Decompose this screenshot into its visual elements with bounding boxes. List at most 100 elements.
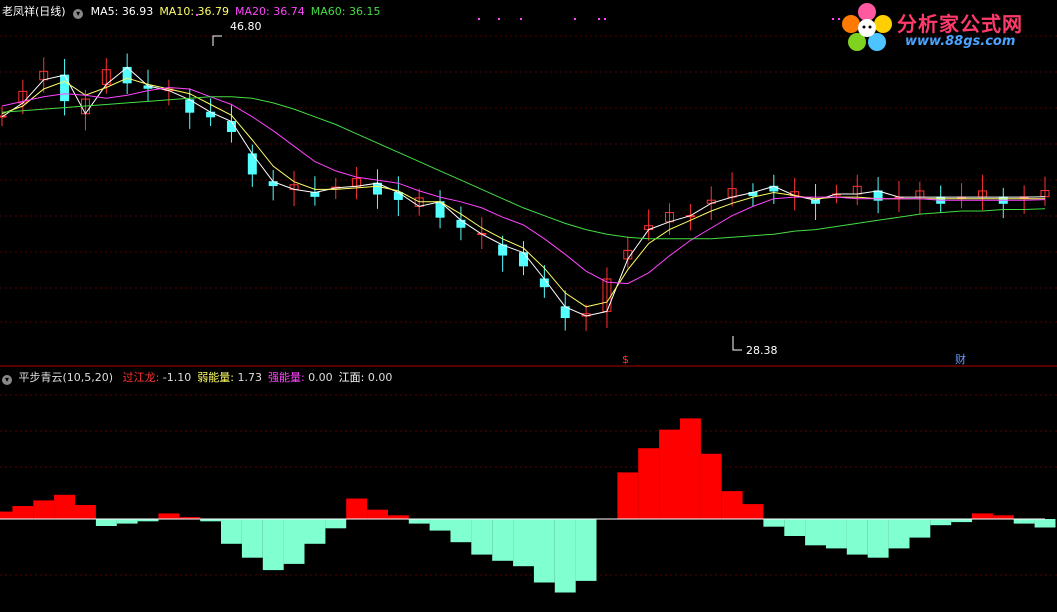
sub-bar — [1013, 519, 1035, 524]
sub-bar — [513, 519, 534, 567]
sub-bar — [158, 513, 180, 519]
sub-label: 江面: — [338, 371, 368, 384]
sub-bar — [763, 519, 785, 527]
ma-legend: MA5: 36.93 MA10: 36.79 MA20: 36.74 MA60: 36… — [91, 5, 387, 18]
sub-label: 弱能量: — [197, 371, 238, 384]
ma-label: MA5: — [90, 5, 122, 18]
candle-body — [60, 74, 70, 102]
ma-legend-item: MA60: 36.15 — [311, 5, 381, 18]
ma-line-ma5 — [1, 66, 1046, 317]
sub-value: -1.10 — [162, 371, 192, 384]
ma-value: 36.93 — [121, 5, 154, 18]
sub-legend-item: 强能量: 0.00 — [268, 371, 333, 384]
settings-icon[interactable]: ▾ — [73, 9, 84, 19]
sub-bar — [930, 519, 952, 526]
high-annotation: 46.80 — [212, 20, 262, 46]
sub-bar — [0, 511, 13, 519]
sub-value: 0.00 — [308, 371, 333, 384]
sub-bar — [75, 505, 96, 519]
logo-text: 分析家公式网 — [897, 12, 1023, 36]
sub-bar — [492, 519, 514, 561]
candle-body — [519, 252, 528, 267]
low-label: 28.38 — [746, 344, 778, 357]
site-logo: 分析家公式网 www.88gs.com — [839, 2, 1049, 54]
sub-value: 0.00 — [367, 371, 393, 384]
sub-legend-item: 弱能量: 1.73 — [197, 371, 262, 384]
signal-dot — [832, 18, 834, 20]
main-header: 老凤祥(日线) ▾ MA5: 36.93 MA10: 36.79 MA20: 36.… — [2, 3, 386, 19]
ma-value: 36.79 — [197, 5, 230, 18]
ma-label: MA10: — [159, 5, 198, 18]
sub-bar — [241, 519, 263, 558]
sub-bar — [972, 513, 993, 519]
sub-bar — [450, 519, 472, 543]
candle-body — [393, 191, 403, 200]
sub-bar — [909, 519, 931, 538]
ma-value: 36.74 — [273, 5, 305, 18]
flower-logo-icon — [842, 3, 892, 51]
candle-body — [310, 191, 320, 197]
sub-value: 1.73 — [237, 371, 262, 384]
signal-dot — [478, 18, 480, 20]
sub-legend: 过江龙: -1.10 弱能量: 1.73 强能量: 0.00 江面: 0.00 — [123, 371, 399, 384]
sub-bar — [700, 453, 722, 519]
sub-bar — [54, 494, 75, 519]
sub-bar — [742, 504, 764, 519]
candles — [0, 53, 1050, 331]
sub-legend-item: 江面: 0.00 — [339, 371, 393, 384]
sub-bar — [283, 519, 305, 564]
sub-bar — [867, 519, 889, 558]
sub-bar — [575, 519, 597, 581]
signal-dot — [520, 18, 522, 20]
signal-dot — [598, 18, 600, 20]
sub-bar — [554, 519, 576, 593]
sub-header: ▾ 平步青云(10,5,20) 过江龙: -1.10 弱能量: 1.73 强能量: … — [2, 369, 398, 385]
sub-bar — [33, 500, 55, 519]
sub-bars — [0, 418, 1056, 593]
ma-legend-item: MA5: 36.93 — [91, 5, 154, 18]
sub-bar — [533, 519, 555, 583]
sub-bar — [367, 509, 388, 519]
chart-stage: 46.80 28.38 $ 财 — [0, 14, 1057, 593]
settings-icon[interactable]: ▾ — [2, 375, 12, 385]
signal-dot — [498, 18, 500, 20]
marker-s[interactable]: $ — [622, 353, 629, 366]
ma-label: MA20: — [235, 5, 274, 18]
sub-bar — [387, 515, 409, 519]
sub-bar — [95, 519, 117, 526]
sub-bar — [262, 519, 284, 571]
sub-bar — [325, 519, 347, 529]
sub-bar — [680, 418, 701, 519]
ma-line-ma60 — [1, 96, 1046, 240]
ma-label: MA60: — [310, 5, 349, 18]
sub-bar — [116, 519, 138, 524]
sub-bar — [659, 429, 680, 519]
indicator-name[interactable]: 平步青云(10,5,20) — [19, 371, 114, 384]
sub-bar — [429, 519, 451, 531]
sub-label: 强能量: — [267, 371, 309, 384]
sub-bar — [784, 519, 806, 536]
ma-value: 36.15 — [348, 5, 381, 18]
sub-bar — [888, 519, 910, 549]
stock-name[interactable]: 老凤祥(日线) — [2, 5, 66, 18]
sub-bar — [617, 472, 639, 519]
sub-label: 过江龙: — [122, 371, 163, 384]
sub-legend-item: 过江龙: -1.10 — [123, 371, 192, 384]
ma-lines — [1, 66, 1046, 317]
high-label: 46.80 — [230, 20, 262, 33]
sub-bar — [346, 498, 368, 519]
ma-legend-item: MA20: 36.74 — [235, 5, 305, 18]
logo-url[interactable]: www.88gs.com — [905, 34, 1015, 49]
marker-cai[interactable]: 财 — [955, 352, 966, 366]
sub-bar — [805, 519, 826, 546]
sub-bar — [846, 519, 868, 555]
main-grid — [0, 35, 1057, 323]
sub-bar — [721, 491, 743, 519]
candle-body — [456, 219, 466, 228]
sub-bar — [471, 519, 493, 555]
sub-bar — [1034, 519, 1056, 528]
sub-bar — [304, 519, 326, 544]
sub-bar — [408, 519, 430, 524]
ma-legend-item: MA10: 36.79 — [159, 5, 229, 18]
sub-bar — [638, 448, 660, 519]
